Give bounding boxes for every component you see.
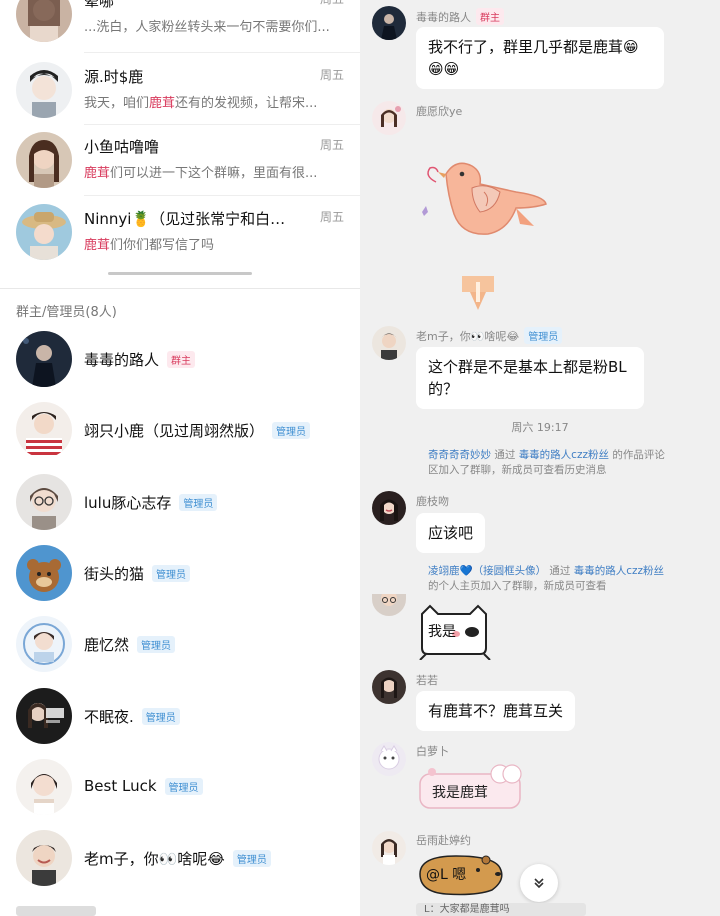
sender-name: 毒毒的路人 群主 [416, 8, 504, 25]
chat-row[interactable]: 小鱼咕噜噜 周五 鹿茸们可以进一下这个群嘛，里面有很... [0, 124, 360, 196]
system-notice: 凌翊鹿💙（接圆框头像） 通过 毒毒的路人czz粉丝 的个人主页加入了群聊，新成员… [428, 565, 665, 592]
member-row[interactable]: 街头的猫 管理员 [0, 537, 360, 609]
member-name: 不眠夜. 管理员 [84, 706, 180, 727]
sender-name: 老m子，你👀啥呢😂 管理员 [416, 327, 563, 344]
sender-name: 若若 [416, 674, 438, 687]
avatar [16, 474, 72, 530]
avatar [16, 402, 72, 458]
sticker-text: @L 嗯 [426, 867, 466, 883]
sticker-text: 我是 [428, 624, 456, 640]
message-bubble[interactable]: 这个群是不是基本上都是粉BL 的？ [416, 347, 644, 409]
avatar [16, 688, 72, 744]
message-bubble[interactable]: 有鹿茸不？鹿茸互关 [416, 691, 576, 731]
avatar[interactable] [372, 491, 406, 525]
time-separator: 周六 19:17 [511, 421, 569, 434]
divider [84, 52, 360, 53]
avatar[interactable] [372, 6, 406, 40]
chat-time: 周五 [319, 138, 344, 152]
message-bubble[interactable]: 我不行了，群里几乎都是鹿茸😁 😁😁 [416, 27, 664, 89]
label-sticker[interactable]: 我是鹿茸 [416, 762, 526, 814]
chat-row[interactable]: 源.时$鹿 周五 我天，咱们鹿茸还有的发视频，让帮宋... [0, 54, 360, 126]
member-name: 鹿忆然 管理员 [84, 634, 176, 655]
owner-badge: 群主 [476, 8, 504, 25]
member-row[interactable]: lulu豚心志存 管理员 [0, 466, 360, 538]
admin-badge: 管理员 [179, 494, 218, 511]
user-link[interactable]: 毒毒的路人czz粉丝 [519, 449, 609, 461]
user-link[interactable]: 毒毒的路人czz粉丝 [574, 565, 664, 577]
chat-name: 小鱼咕噜噜 [84, 138, 160, 156]
avatar[interactable] [372, 101, 406, 135]
avatar [16, 204, 72, 260]
admin-badge: 管理员 [524, 327, 563, 344]
system-notice: 奇奇奇奇妙妙 通过 毒毒的路人czz粉丝 的作品评论区加入了群聊，新成员可查看历… [428, 449, 665, 476]
member-name: Best Luck 管理员 [84, 777, 203, 795]
partial-row [16, 906, 96, 916]
member-name: 翊只小鹿（见过周翊然版） 管理员 [84, 420, 311, 441]
chat-time: 周五 [319, 68, 344, 82]
member-row[interactable]: 老m子，你👀啥呢😂 管理员 [0, 822, 360, 894]
owner-badge: 群主 [167, 351, 196, 368]
sticker-text: 我是鹿茸 [432, 784, 488, 801]
member-row[interactable]: 鹿忆然 管理员 [0, 608, 360, 680]
user-link[interactable]: 凌翊鹿💙（接圆框头像） [428, 565, 546, 577]
avatar[interactable] [372, 670, 406, 704]
member-name: 老m子，你👀啥呢😂 管理员 [84, 848, 271, 869]
avatar [16, 545, 72, 601]
member-row[interactable]: Best Luck 管理员 [0, 751, 360, 823]
section-title: 群主/管理员(8人) [16, 305, 117, 320]
chat-name: 晕哪 [84, 0, 115, 10]
chat-preview: ...洗白，人家粉丝转头来一句不需要你们... [84, 20, 330, 35]
sender-name: 岳雨赴婷约 [416, 834, 471, 847]
section-divider [0, 288, 360, 289]
chat-name: Ninnyi🍍（见过张常宁和白… [84, 210, 286, 228]
avatar [16, 62, 72, 118]
avatar [16, 132, 72, 188]
avatar[interactable] [372, 742, 406, 776]
avatar [16, 0, 72, 42]
user-link[interactable]: 奇奇奇奇妙妙 [428, 449, 491, 461]
chat-row[interactable]: Ninnyi🍍（见过张常宁和白… 周五 鹿茸们你们都写信了吗 [0, 196, 360, 268]
member-name: 毒毒的路人 群主 [84, 349, 196, 370]
admin-badge: 管理员 [232, 850, 271, 867]
admin-badge: 管理员 [272, 422, 311, 439]
member-name: 街头的猫 管理员 [84, 563, 191, 584]
capybara-sticker[interactable]: @L 嗯 [416, 852, 508, 896]
chat-panel: 毒毒的路人 群主 我不行了，群里几乎都是鹿茸😁 😁😁 鹿愿欣ye 老m子，你👀啥呢😂… [360, 0, 720, 916]
member-row[interactable]: 毒毒的路人 群主 [0, 323, 360, 395]
avatar[interactable] [372, 594, 406, 616]
admin-badge: 管理员 [141, 708, 180, 725]
chat-preview: 我天，咱们鹿茸还有的发视频，让帮宋... [84, 96, 318, 111]
avatar [16, 759, 72, 815]
chat-row[interactable]: 晕哪 周五 ...洗白，人家粉丝转头来一句不需要你们... [0, 0, 360, 50]
admin-badge: 管理员 [152, 565, 191, 582]
chat-time: 周五 [319, 210, 344, 224]
sender-name: 鹿枝吻 [416, 495, 449, 508]
chat-name: 源.时$鹿 [84, 68, 144, 86]
avatar[interactable] [372, 831, 406, 865]
avatar [16, 616, 72, 672]
chevron-double-down-icon[interactable] [520, 864, 558, 902]
chat-time: 周五 [320, 0, 344, 7]
bird-sticker[interactable] [416, 152, 556, 252]
member-name: lulu豚心志存 管理员 [84, 492, 218, 513]
member-row[interactable]: 翊只小鹿（见过周翊然版） 管理员 [0, 394, 360, 466]
member-row[interactable]: 不眠夜. 管理员 [0, 680, 360, 752]
message-bubble[interactable]: 应该吧 [416, 513, 486, 553]
scroll-indicator[interactable] [108, 272, 252, 275]
avatar[interactable] [372, 326, 406, 360]
member-panel: 晕哪 周五 ...洗白，人家粉丝转头来一句不需要你们... 源.时$鹿 周五 我… [0, 0, 360, 916]
avatar [16, 331, 72, 387]
admin-badge: 管理员 [137, 636, 176, 653]
chat-preview: 鹿茸们可以进一下这个群嘛，里面有很... [84, 166, 318, 181]
admin-badge: 管理员 [164, 777, 203, 795]
sticker-partial[interactable] [460, 276, 496, 312]
avatar [16, 830, 72, 886]
chat-preview: 鹿茸们你们都写信了吗 [84, 238, 215, 253]
quote-reply[interactable]: L：大家都是鹿茸吗 [416, 903, 586, 916]
cat-sticker[interactable]: 我是 [416, 604, 492, 661]
sender-name: 鹿愿欣ye [416, 105, 463, 118]
sender-name: 白萝卜 [416, 745, 449, 758]
